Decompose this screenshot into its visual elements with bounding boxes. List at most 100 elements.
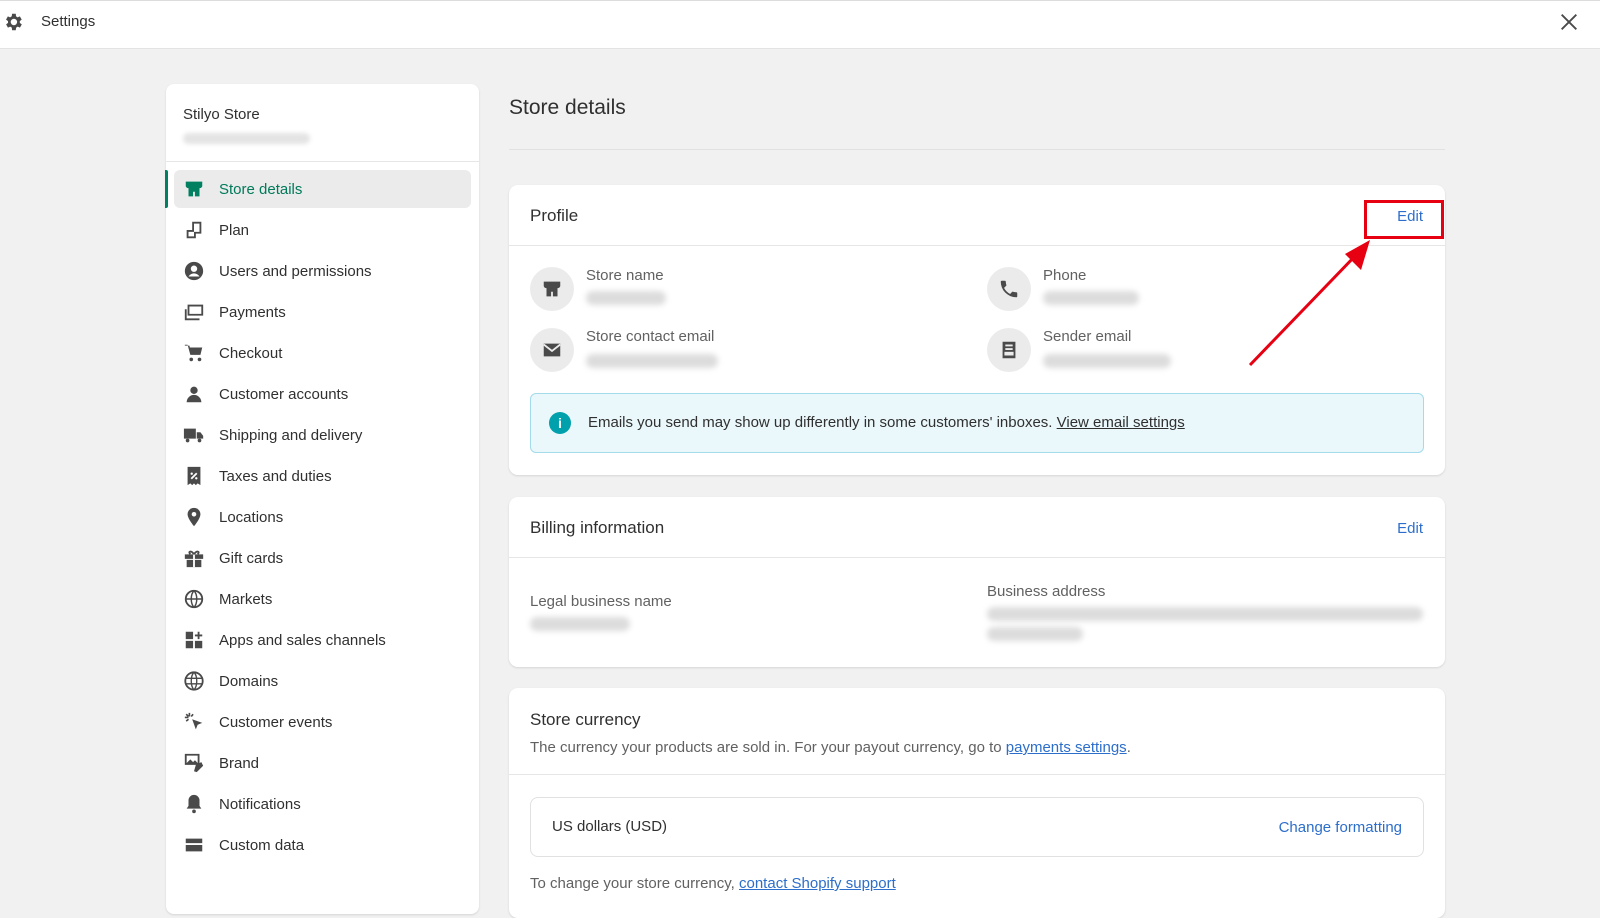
view-email-settings-link[interactable]: View email settings [1057, 414, 1185, 431]
currency-card: Store currency The currency your product… [509, 688, 1445, 918]
bell-icon [186, 794, 202, 814]
sidebar-item-plan[interactable]: Plan [174, 211, 471, 249]
sidebar-item-apps-and-sales-channels[interactable]: Apps and sales channels [174, 621, 471, 659]
store-header: Stilyo Store [166, 84, 479, 162]
store-name: Stilyo Store [183, 106, 260, 123]
store-contact-email-value-redacted [586, 354, 718, 368]
gift-icon [184, 550, 204, 568]
sidebar-item-label: Brand [219, 754, 260, 772]
banner-text: Emails you send may show up differently … [588, 414, 1185, 431]
store-icon [530, 267, 574, 311]
sidebar-item-payments[interactable]: Payments [174, 293, 471, 331]
sidebar-item-taxes-and-duties[interactable]: Taxes and duties [174, 457, 471, 495]
billing-title: Billing information [530, 518, 665, 537]
store-contact-email-field: Store contact email [530, 328, 950, 378]
banner-message: Emails you send may show up differently … [588, 414, 1053, 431]
divider [509, 149, 1445, 150]
sidebar-item-users-and-permissions[interactable]: Users and permissions [174, 252, 471, 290]
sidebar-item-label: Markets [219, 590, 273, 608]
domain-globe-icon [184, 671, 204, 691]
sidebar-item-label: Customer accounts [219, 385, 349, 403]
currency-name: US dollars (USD) [552, 818, 668, 835]
phone-value-redacted [1043, 291, 1139, 305]
sidebar-item-label: Apps and sales channels [219, 631, 386, 649]
database-icon [185, 838, 203, 852]
currency-title: Store currency [530, 710, 641, 729]
brand-icon [184, 753, 204, 773]
store-url-redacted [183, 133, 310, 144]
location-pin-icon [187, 507, 201, 527]
contact-support-link[interactable]: contact Shopify support [739, 875, 896, 892]
sidebar-item-label: Checkout [219, 344, 283, 362]
sidebar-item-label: Plan [219, 221, 250, 239]
currency-description-end: . [1126, 739, 1131, 756]
sidebar-item-customer-accounts[interactable]: Customer accounts [174, 375, 471, 413]
billing-card-header: Billing information Edit [509, 497, 1445, 558]
info-icon: i [549, 412, 571, 434]
tax-icon [187, 466, 201, 486]
sidebar-item-locations[interactable]: Locations [174, 498, 471, 536]
sidebar-item-label: Custom data [219, 836, 305, 854]
settings-sidebar: Stilyo Store Store details Plan Users an… [165, 84, 479, 914]
sidebar-item-label: Domains [219, 672, 279, 690]
globe-icon [184, 589, 204, 609]
apps-icon [185, 631, 203, 649]
currency-description-text: The currency your products are sold in. … [530, 739, 1002, 756]
annotation-arrow-icon [1248, 240, 1370, 367]
currency-box: US dollars (USD) Change formatting [530, 797, 1424, 857]
person-icon [186, 386, 202, 403]
cursor-click-icon [184, 712, 203, 730]
sidebar-item-label: Payments [219, 303, 286, 321]
change-formatting-button[interactable]: Change formatting [1279, 819, 1402, 836]
close-icon[interactable] [1558, 11, 1580, 33]
sidebar-item-store-details[interactable]: Store details [165, 170, 471, 208]
sidebar-item-domains[interactable]: Domains [174, 662, 471, 700]
sidebar-item-checkout[interactable]: Checkout [174, 334, 471, 372]
currency-footer: To change your store currency, contact S… [530, 875, 896, 892]
sidebar-item-gift-cards[interactable]: Gift cards [174, 539, 471, 577]
store-name-label: Store name [586, 267, 664, 284]
business-address-value-redacted [987, 607, 1423, 621]
divider [509, 774, 1445, 775]
billing-edit-button[interactable]: Edit [1397, 520, 1423, 537]
sidebar-item-shipping-and-delivery[interactable]: Shipping and delivery [174, 416, 471, 454]
sidebar-item-custom-data[interactable]: Custom data [174, 826, 471, 864]
sidebar-item-label: Customer events [219, 713, 333, 731]
business-address-label: Business address [987, 583, 1106, 600]
sidebar-item-label: Store details [219, 180, 303, 198]
sidebar-item-notifications[interactable]: Notifications [174, 785, 471, 823]
sidebar-item-label: Taxes and duties [219, 467, 332, 485]
store-icon [185, 181, 203, 197]
sidebar-item-markets[interactable]: Markets [174, 580, 471, 618]
sidebar-item-label: Gift cards [219, 549, 284, 567]
truck-icon [183, 428, 204, 443]
profile-title: Profile [530, 206, 579, 225]
top-bar: Settings [0, 0, 1600, 49]
legal-business-name-value-redacted [530, 617, 630, 631]
billing-card: Billing information Edit Legal business … [509, 497, 1445, 667]
window-title: Settings [41, 13, 96, 30]
mail-icon [530, 328, 574, 372]
cart-icon [184, 344, 203, 362]
annotation-highlight-box [1364, 200, 1444, 239]
sidebar-item-label: Locations [219, 508, 284, 526]
plan-icon [186, 221, 202, 239]
currency-description: The currency your products are sold in. … [530, 739, 1131, 756]
legal-business-name-label: Legal business name [530, 593, 672, 610]
sidebar-item-customer-events[interactable]: Customer events [174, 703, 471, 741]
payments-settings-link[interactable]: payments settings [1006, 739, 1127, 756]
sender-email-value-redacted [1043, 354, 1171, 368]
page-title: Store details [509, 96, 626, 119]
store-contact-email-label: Store contact email [586, 328, 715, 345]
phone-label: Phone [1043, 267, 1087, 284]
store-name-value-redacted [586, 291, 666, 305]
payments-icon [184, 304, 204, 321]
sidebar-item-brand[interactable]: Brand [174, 744, 471, 782]
settings-nav: Store details Plan Users and permissions… [165, 162, 479, 864]
gear-icon [6, 13, 22, 31]
currency-footer-text: To change your store currency, [530, 875, 735, 892]
sender-mail-icon [987, 328, 1031, 372]
user-circle-icon [184, 261, 204, 281]
sender-email-label: Sender email [1043, 328, 1132, 345]
store-name-field: Store name [530, 267, 950, 317]
